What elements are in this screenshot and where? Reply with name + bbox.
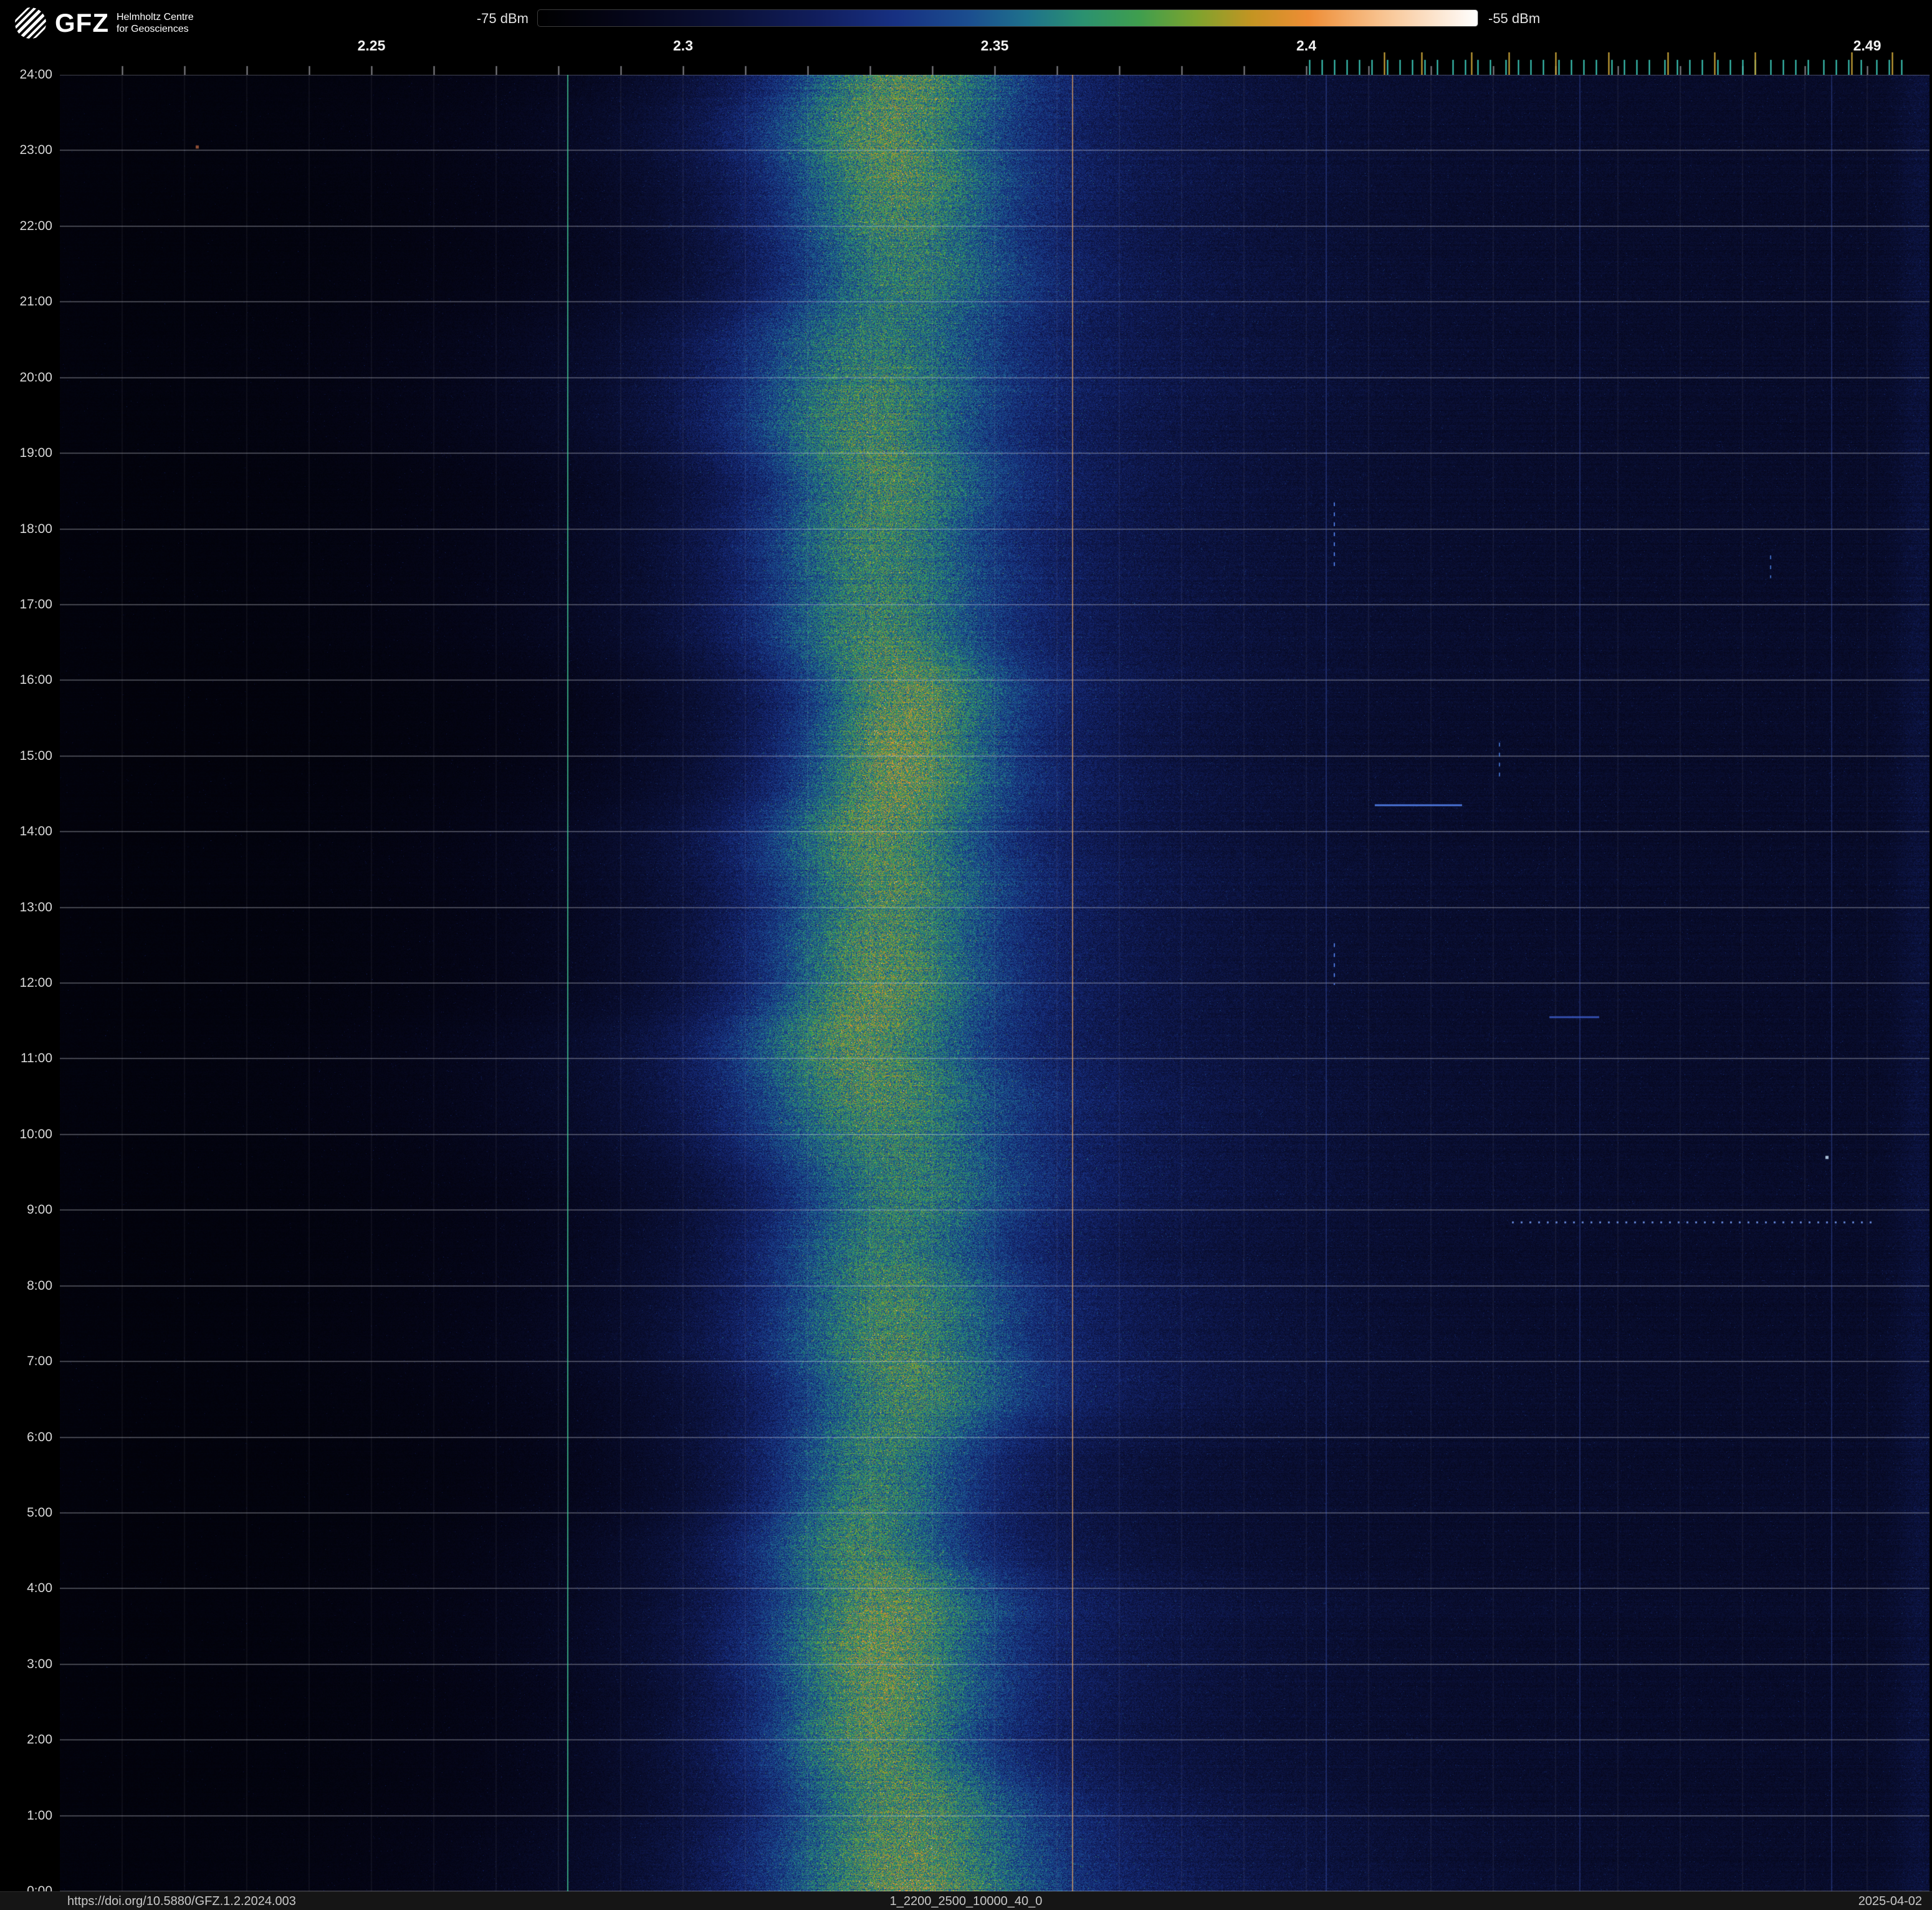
time-axis-label: 15:00 — [19, 748, 52, 763]
frequency-axis-ticks — [60, 52, 1930, 75]
freq-axis-label: 2.35 — [980, 37, 1009, 54]
time-axis-label: 24:00 — [19, 67, 52, 82]
time-axis-label: 9:00 — [27, 1202, 52, 1217]
time-axis-label: 1:00 — [27, 1808, 52, 1823]
gfz-logo: GFZ Helmholtz Centre for Geosciences — [14, 6, 194, 40]
logo-subtitle-line1: Helmholtz Centre — [116, 12, 194, 22]
time-axis-label: 5:00 — [27, 1505, 52, 1520]
dataset-id: 1_2200_2500_10000_40_0 — [889, 1894, 1043, 1908]
freq-axis-label: 2.4 — [1296, 37, 1316, 54]
gfz-logo-icon — [14, 6, 47, 40]
time-axis-label: 16:00 — [19, 673, 52, 688]
colorbar-min-label: -75 dBm — [476, 11, 528, 26]
time-axis-label: 3:00 — [27, 1656, 52, 1671]
time-axis-label: 19:00 — [19, 446, 52, 461]
time-axis-label: 18:00 — [19, 521, 52, 536]
footer: https://doi.org/10.5880/GFZ.1.2.2024.003… — [0, 1891, 1932, 1910]
freq-axis-label: 2.25 — [357, 37, 386, 54]
time-axis-label: 6:00 — [27, 1429, 52, 1444]
date-label: 2025-04-02 — [1858, 1894, 1922, 1908]
time-axis-label: 17:00 — [19, 597, 52, 612]
time-axis-label: 7:00 — [27, 1354, 52, 1369]
doi-link[interactable]: https://doi.org/10.5880/GFZ.1.2.2024.003 — [67, 1894, 296, 1909]
time-axis-label: 23:00 — [19, 143, 52, 158]
brand-name: GFZ — [55, 8, 109, 37]
time-axis-label: 21:00 — [19, 294, 52, 309]
colorbar-max-label: -55 dBm — [1488, 11, 1541, 26]
logo-subtitle-line2: for Geosciences — [116, 24, 189, 34]
spectrogram-plot — [60, 75, 1930, 1891]
time-axis-label: 20:00 — [19, 370, 52, 385]
colorbar — [537, 9, 1478, 27]
time-axis-label: 8:00 — [27, 1278, 52, 1293]
time-axis-label: 10:00 — [19, 1126, 52, 1141]
time-axis-label: 12:00 — [19, 976, 52, 990]
time-axis-label: 11:00 — [21, 1051, 52, 1066]
spectrogram-page: GFZ Helmholtz Centre for Geosciences -75… — [0, 0, 1932, 1910]
time-axis-label: 14:00 — [19, 824, 52, 839]
time-axis-label: 22:00 — [19, 218, 52, 233]
freq-axis-label: 2.3 — [673, 37, 693, 54]
freq-axis-label: 2.49 — [1853, 37, 1882, 54]
time-axis-label: 2:00 — [27, 1732, 52, 1747]
time-axis-label: 13:00 — [19, 900, 52, 914]
time-axis-label: 4:00 — [27, 1581, 52, 1596]
